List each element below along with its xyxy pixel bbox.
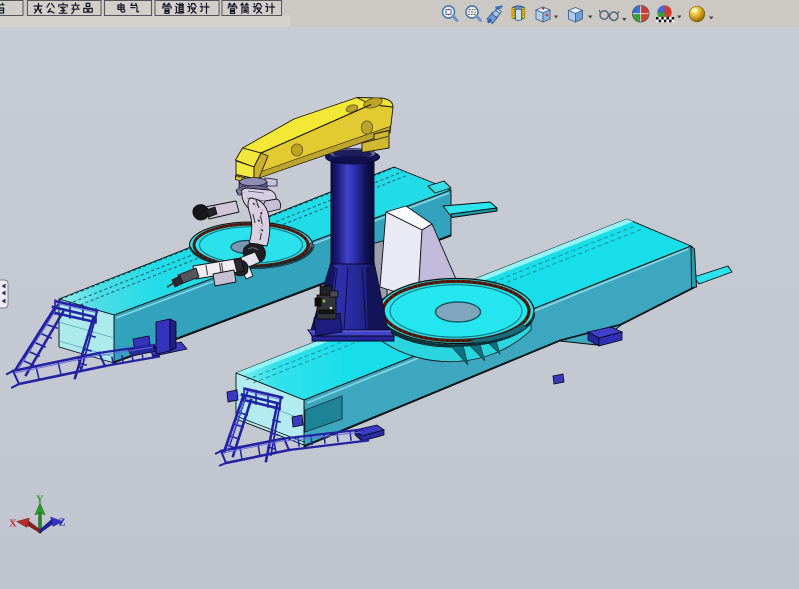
svg-text:Z: Z <box>59 518 66 529</box>
svg-text:X: X <box>9 519 17 530</box>
svg-text:Y: Y <box>36 495 44 506</box>
